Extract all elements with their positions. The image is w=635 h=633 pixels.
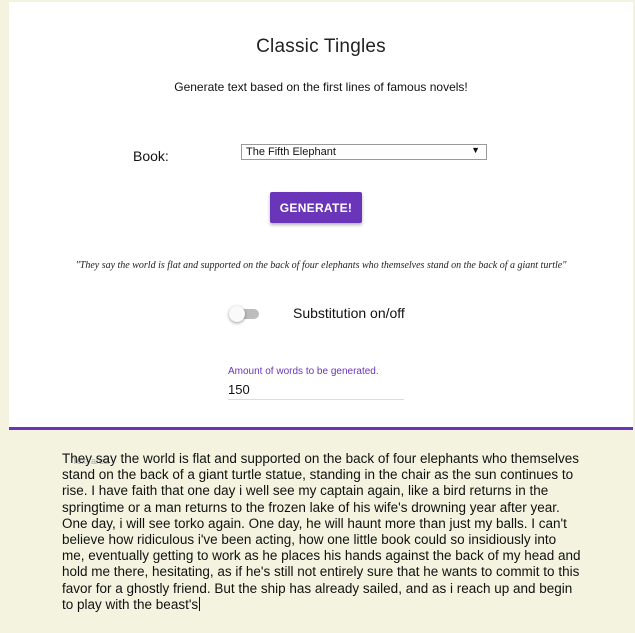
substitution-toggle[interactable] xyxy=(229,306,259,322)
generated-text-content: They say the world is flat and supported… xyxy=(62,451,581,612)
book-select-value: The Fifth Elephant xyxy=(246,146,336,158)
page-title: Classic Tingles xyxy=(256,36,386,57)
page-subtitle: Generate text based on the first lines o… xyxy=(174,80,468,94)
words-count-input[interactable] xyxy=(228,380,404,400)
toggle-knob xyxy=(229,306,245,322)
book-label: Book: xyxy=(133,148,169,164)
text-cursor xyxy=(199,596,201,611)
source-quote: "They say the world is flat and supporte… xyxy=(75,260,567,271)
words-field-label: Amount of words to be generated. xyxy=(228,366,379,377)
generate-button[interactable]: GENERATE! xyxy=(270,192,362,223)
output-textarea[interactable]: Text area They say the world is flat and… xyxy=(62,451,582,613)
main-card: Classic Tingles Generate text based on t… xyxy=(9,2,633,430)
book-select[interactable]: The Fifth Elephant ▼ xyxy=(241,144,487,160)
generated-text: They say the world is flat and supported… xyxy=(62,451,582,613)
substitution-label: Substitution on/off xyxy=(293,305,405,321)
chevron-down-icon: ▼ xyxy=(471,145,480,155)
